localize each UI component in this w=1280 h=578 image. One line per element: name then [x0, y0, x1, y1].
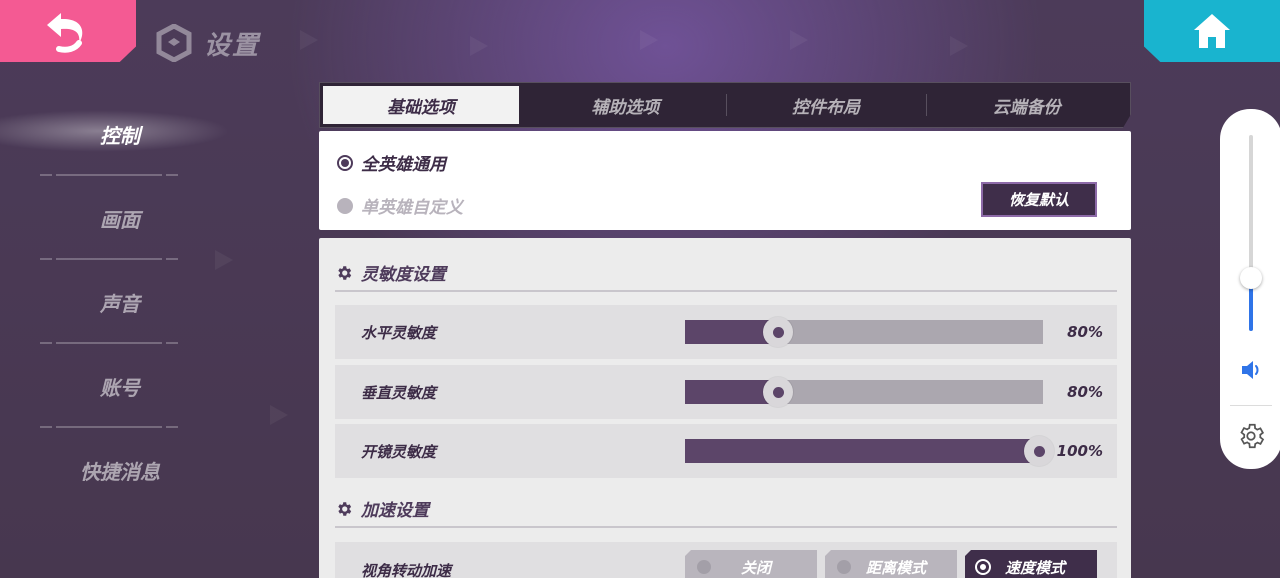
radio-unselected-icon — [337, 197, 353, 214]
sidebar-item-quick-message[interactable]: 快捷消息 — [0, 428, 240, 512]
tab-assist-options[interactable]: 辅助选项 — [525, 86, 726, 124]
radio-unselected-icon — [697, 560, 711, 574]
bg-triangle — [300, 30, 318, 50]
slider-value: 80% — [1067, 383, 1103, 401]
gear-icon — [338, 501, 352, 516]
option-label: 速度模式 — [1004, 558, 1065, 577]
radio-selected-icon — [977, 561, 989, 573]
horizontal-sensitivity-slider[interactable] — [685, 317, 1043, 347]
mode-option-all-heroes[interactable]: 全英雄通用 — [337, 150, 446, 175]
sidebar-item-graphics[interactable]: 画面 — [0, 176, 240, 260]
reset-default-button[interactable]: 恢复默认 — [981, 182, 1097, 217]
vertical-sensitivity-slider[interactable] — [685, 377, 1043, 407]
sidebar-item-sound[interactable]: 声音 — [0, 260, 240, 344]
slider-handle[interactable] — [1024, 436, 1055, 466]
sidebar-item-control[interactable]: 控制 — [0, 92, 240, 176]
divider — [335, 526, 1117, 528]
home-icon — [1194, 14, 1230, 48]
radio-unselected-icon — [837, 560, 851, 574]
accel-option-distance[interactable]: 距离模式 — [825, 550, 957, 578]
slider-label: 垂直灵敏度 — [361, 383, 437, 402]
sidebar-item-label: 账号 — [100, 375, 140, 400]
mode-option-single-hero[interactable]: 单英雄自定义 — [337, 193, 463, 218]
mode-option-label: 单英雄自定义 — [361, 198, 463, 218]
mode-option-label: 全英雄通用 — [361, 155, 446, 175]
sidebar-item-label: 快捷消息 — [80, 459, 160, 484]
volume-slider[interactable] — [1240, 135, 1262, 331]
volume-handle[interactable] — [1240, 267, 1262, 290]
game-logo-icon — [156, 24, 192, 62]
section-header-sensitivity: 灵敏度设置 — [335, 260, 446, 285]
slider-row-vertical: 垂直灵敏度 80% — [335, 365, 1117, 419]
accel-option-speed[interactable]: 速度模式 — [965, 550, 1097, 578]
option-label: 距离模式 — [865, 558, 926, 577]
tab-bar: 基础选项 辅助选项 控件布局 云端备份 — [319, 82, 1131, 128]
tab-cloud-backup[interactable]: 云端备份 — [926, 86, 1127, 124]
slider-value: 80% — [1067, 323, 1103, 341]
system-volume-panel — [1220, 109, 1280, 469]
accel-option-off[interactable]: 关闭 — [685, 550, 817, 578]
back-arrow-icon — [47, 13, 83, 53]
speaker-icon[interactable] — [1240, 359, 1264, 381]
page-header: 设置 — [156, 24, 260, 62]
settings-panel: 灵敏度设置 水平灵敏度 80% 垂直灵敏度 80% 开镜灵敏度 100% 加速设… — [319, 238, 1131, 578]
acceleration-label: 视角转动加速 — [361, 562, 452, 578]
bg-triangle — [950, 36, 968, 56]
page-title: 设置 — [204, 30, 261, 61]
section-header-acceleration: 加速设置 — [335, 496, 429, 521]
slider-label: 开镜灵敏度 — [361, 442, 437, 461]
sidebar-item-label: 控制 — [100, 123, 140, 148]
bg-triangle — [470, 36, 488, 56]
sidebar-item-label: 声音 — [100, 291, 140, 316]
sidebar: 控制 画面 声音 账号 快捷消息 — [0, 92, 240, 512]
gear-icon — [338, 265, 352, 280]
tab-basic-options[interactable]: 基础选项 — [323, 86, 519, 124]
radio-selected-icon — [337, 154, 353, 171]
section-title: 灵敏度设置 — [361, 265, 446, 285]
bg-triangle — [790, 30, 808, 50]
scope-sensitivity-slider[interactable] — [685, 436, 1055, 466]
option-label: 关闭 — [740, 558, 771, 577]
divider — [335, 290, 1117, 292]
back-button[interactable] — [0, 0, 136, 62]
slider-row-scope: 开镜灵敏度 100% — [335, 424, 1117, 478]
tab-control-layout[interactable]: 控件布局 — [725, 86, 927, 124]
slider-row-horizontal: 水平灵敏度 80% — [335, 305, 1117, 359]
slider-handle[interactable] — [763, 377, 794, 407]
slider-handle[interactable] — [763, 317, 794, 347]
bg-triangle — [270, 405, 288, 425]
sidebar-item-label: 画面 — [100, 207, 140, 232]
section-title: 加速设置 — [361, 501, 429, 521]
slider-label: 水平灵敏度 — [361, 323, 437, 342]
home-button[interactable] — [1144, 0, 1280, 62]
sidebar-item-account[interactable]: 账号 — [0, 344, 240, 428]
gear-icon[interactable] — [1236, 421, 1266, 451]
slider-value: 100% — [1056, 442, 1103, 460]
divider — [1230, 405, 1272, 406]
mode-panel: 全英雄通用 单英雄自定义 恢复默认 — [319, 131, 1131, 230]
bg-triangle — [640, 30, 658, 50]
slider-fill — [685, 439, 1040, 463]
